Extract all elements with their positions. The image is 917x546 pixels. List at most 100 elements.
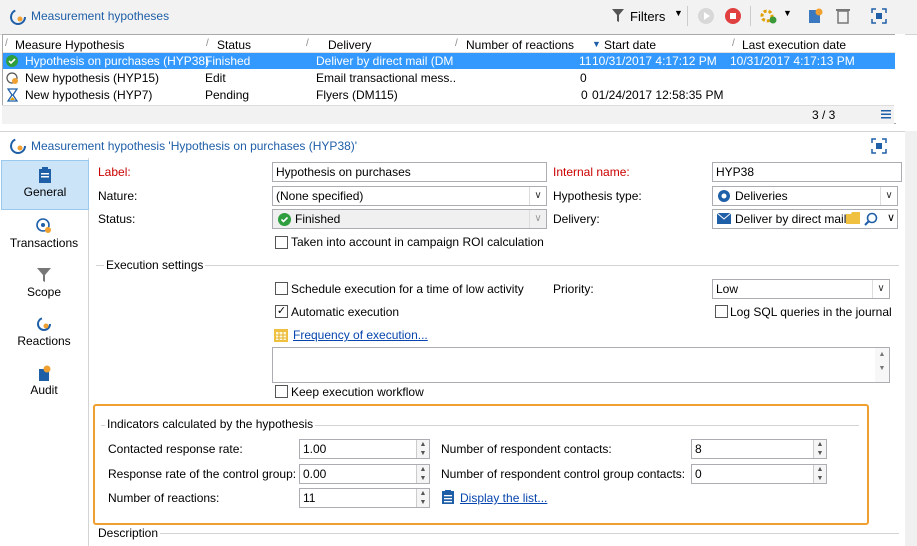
chevron-down-icon[interactable]: ∨ bbox=[884, 211, 898, 227]
nav-label: Audit bbox=[30, 383, 58, 397]
list-title: Measurement hypotheses bbox=[31, 9, 170, 23]
col-status[interactable]: Status bbox=[217, 38, 251, 52]
chevron-down-icon[interactable]: ∨ bbox=[880, 187, 897, 205]
row-name: New hypothesis (HYP15) bbox=[25, 71, 160, 85]
sort-desc-icon: ▼ bbox=[592, 39, 601, 49]
toolbar-separator bbox=[687, 6, 688, 26]
filters-button[interactable]: Filters bbox=[630, 9, 665, 24]
respondent-control-contacts-label: Number of respondent control group conta… bbox=[441, 467, 686, 481]
text-area-scrollbar[interactable]: ▲ ▼ bbox=[875, 348, 889, 382]
chevron-down-icon[interactable]: ∨ bbox=[872, 280, 889, 298]
stepper-icon[interactable]: ▲ ▼ bbox=[813, 440, 826, 458]
respondent-control-contacts-field[interactable]: 0 ▲ ▼ bbox=[691, 464, 827, 484]
priority-label: Priority: bbox=[553, 282, 594, 296]
funnel-icon bbox=[37, 268, 51, 282]
detail-scrollbar[interactable] bbox=[905, 131, 917, 546]
keep-workflow-label: Keep execution workflow bbox=[291, 385, 424, 399]
hypothesis-icon bbox=[10, 9, 26, 25]
detail-header: Measurement hypothesis 'Hypothesis on pu… bbox=[0, 131, 917, 158]
delete-icon[interactable] bbox=[834, 7, 852, 25]
hypothesis-icon bbox=[37, 317, 51, 331]
col-last-execution-date[interactable]: Last execution date bbox=[742, 38, 846, 52]
list-menu-icon[interactable] bbox=[881, 110, 891, 119]
execution-settings-title: Execution settings bbox=[104, 258, 206, 272]
stepper-icon[interactable]: ▲ ▼ bbox=[416, 465, 429, 483]
table-row[interactable]: New hypothesis (HYP7) Pending Flyers (DM… bbox=[3, 87, 895, 103]
start-icon[interactable] bbox=[697, 7, 715, 25]
col-number-of-reactions[interactable]: Number of reactions bbox=[466, 38, 574, 52]
nature-select[interactable]: (None specified) ∨ bbox=[272, 186, 547, 206]
stepper-icon[interactable]: ▲ ▼ bbox=[416, 489, 429, 507]
status-label: Status: bbox=[98, 212, 136, 226]
search-icon[interactable] bbox=[864, 212, 878, 226]
hypothesis-icon bbox=[10, 138, 26, 154]
nature-label: Nature: bbox=[98, 189, 138, 203]
nav-scope[interactable]: Scope bbox=[1, 261, 87, 309]
nav-audit[interactable]: Audit bbox=[1, 359, 87, 407]
row-start-date: 10/31/2017 4:17:12 PM bbox=[592, 54, 717, 68]
actions-gear-icon[interactable] bbox=[759, 7, 777, 25]
nav-general[interactable]: General bbox=[1, 160, 89, 210]
stop-icon[interactable] bbox=[724, 7, 742, 25]
actions-dropdown-icon[interactable]: ▼ bbox=[783, 8, 792, 18]
status-value: Finished bbox=[295, 212, 341, 226]
list-scrollbar[interactable] bbox=[895, 34, 905, 123]
col-measure-hypothesis[interactable]: Measure Hypothesis bbox=[15, 38, 124, 52]
nav-label: Transactions bbox=[9, 236, 79, 250]
new-icon[interactable] bbox=[806, 7, 824, 25]
filters-dropdown-icon[interactable]: ▼ bbox=[674, 8, 683, 18]
col-delivery[interactable]: Delivery bbox=[328, 38, 371, 52]
keep-workflow-checkbox[interactable] bbox=[275, 385, 288, 398]
schedule-label: Schedule execution for a time of low act… bbox=[291, 282, 524, 296]
number-of-reactions-label: Number of reactions: bbox=[108, 491, 220, 505]
automatic-execution-checkbox[interactable]: ✓ bbox=[275, 305, 288, 318]
nav-transactions[interactable]: Transactions bbox=[1, 212, 87, 260]
control-group-rate-field[interactable]: 0.00 ▲ ▼ bbox=[299, 464, 430, 484]
contacted-response-rate-field[interactable]: 1.00 ▲ ▼ bbox=[299, 439, 430, 459]
stepper-icon[interactable]: ▲ ▼ bbox=[813, 465, 826, 483]
chevron-down-icon[interactable]: ∨ bbox=[529, 187, 546, 205]
frequency-text-area[interactable]: ▲ ▼ bbox=[272, 347, 890, 383]
list-header: / Measure Hypothesis / Status / Delivery… bbox=[3, 35, 895, 53]
row-delivery: Email transactional mess.. bbox=[316, 71, 457, 85]
schedule-checkbox[interactable] bbox=[275, 282, 288, 295]
row-reactions: 0 bbox=[580, 71, 587, 85]
hypothesis-type-label: Hypothesis type: bbox=[553, 189, 642, 203]
frequency-of-execution-link[interactable]: Frequency of execution... bbox=[293, 328, 428, 342]
respondent-contacts-field[interactable]: 8 ▲ ▼ bbox=[691, 439, 827, 459]
folder-icon[interactable] bbox=[846, 212, 860, 224]
stepper-icon[interactable]: ▲ ▼ bbox=[416, 440, 429, 458]
contacted-response-rate-value: 1.00 bbox=[303, 442, 327, 456]
deliveries-icon bbox=[718, 190, 730, 202]
status-select: Finished ∨ bbox=[272, 209, 547, 229]
internal-name-field[interactable]: HYP38 bbox=[712, 162, 902, 182]
filter-icon[interactable] bbox=[612, 9, 624, 23]
maximize-icon[interactable] bbox=[871, 8, 887, 24]
table-row[interactable]: New hypothesis (HYP15) Edit Email transa… bbox=[3, 70, 895, 86]
detail-nav: General Transactions Scope Reactions Aud… bbox=[0, 158, 89, 546]
pager-text: 3 / 3 bbox=[812, 108, 836, 122]
row-delivery: Flyers (DM115) bbox=[316, 88, 398, 102]
number-of-reactions-field[interactable]: 11 ▲ ▼ bbox=[299, 488, 430, 508]
table-row[interactable]: Hypothesis on purchases (HYP38) Finished… bbox=[3, 53, 895, 69]
log-sql-checkbox[interactable] bbox=[715, 305, 728, 318]
hypothesis-type-value: Deliveries bbox=[735, 189, 788, 203]
control-group-rate-value: 0.00 bbox=[303, 467, 327, 481]
roi-checkbox[interactable] bbox=[275, 236, 288, 249]
hypothesis-type-select[interactable]: Deliveries ∨ bbox=[712, 186, 898, 206]
nav-label: General bbox=[23, 185, 67, 199]
nav-reactions[interactable]: Reactions bbox=[1, 310, 87, 358]
col-start-date[interactable]: Start date bbox=[604, 38, 656, 52]
row-start-date: 01/24/2017 12:58:35 PM bbox=[592, 88, 724, 102]
maximize-icon[interactable] bbox=[871, 138, 887, 154]
audit-icon bbox=[39, 365, 51, 381]
display-list-link[interactable]: Display the list... bbox=[460, 491, 547, 505]
label-field[interactable]: Hypothesis on purchases bbox=[272, 162, 547, 182]
edit-icon bbox=[6, 72, 18, 84]
list-icon bbox=[442, 490, 454, 504]
row-last-execution: 10/31/2017 4:17:13 PM bbox=[730, 54, 855, 68]
priority-select[interactable]: Low ∨ bbox=[712, 279, 890, 299]
row-name: New hypothesis (HYP7) bbox=[25, 88, 153, 102]
respondent-control-contacts-value: 0 bbox=[695, 467, 702, 481]
label-value: Hypothesis on purchases bbox=[276, 165, 411, 179]
